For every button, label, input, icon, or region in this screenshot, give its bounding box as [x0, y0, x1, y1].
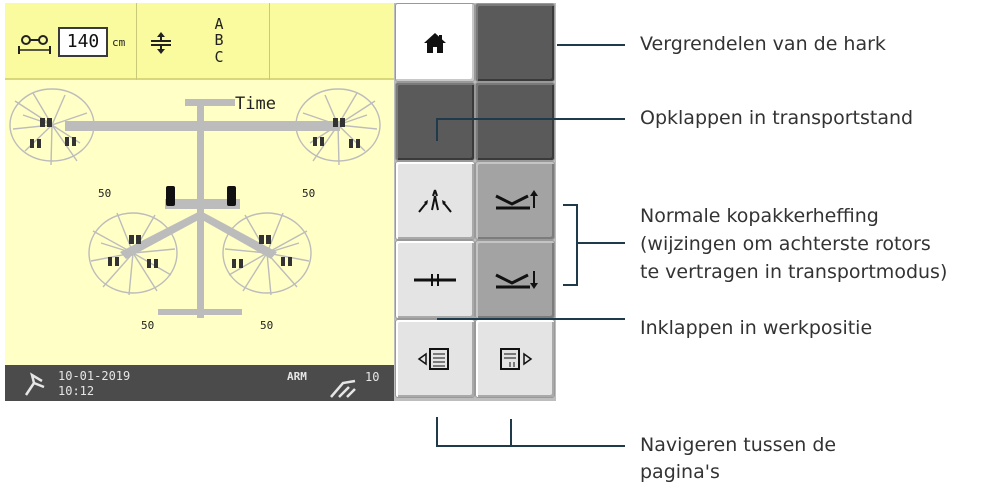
annotation-transport-fold: Opklappen in transportstand: [640, 107, 914, 129]
annotation-headland-lift-line2: (wijzingen om achterste rotors: [640, 233, 931, 255]
annotation-work-unfold: Inklappen in werkpositie: [640, 317, 873, 339]
annotation-page-nav-line2: pagina's: [640, 461, 720, 483]
annotation-headland-lift-line3: te vertragen in transportmodus): [640, 261, 948, 283]
annotation-page-nav: Navigeren tussen de: [640, 434, 837, 456]
annotation-lock-rake: Vergrendelen van de hark: [640, 33, 886, 55]
annotation-headland-lift: Normale kopakkerheffing: [640, 205, 879, 227]
